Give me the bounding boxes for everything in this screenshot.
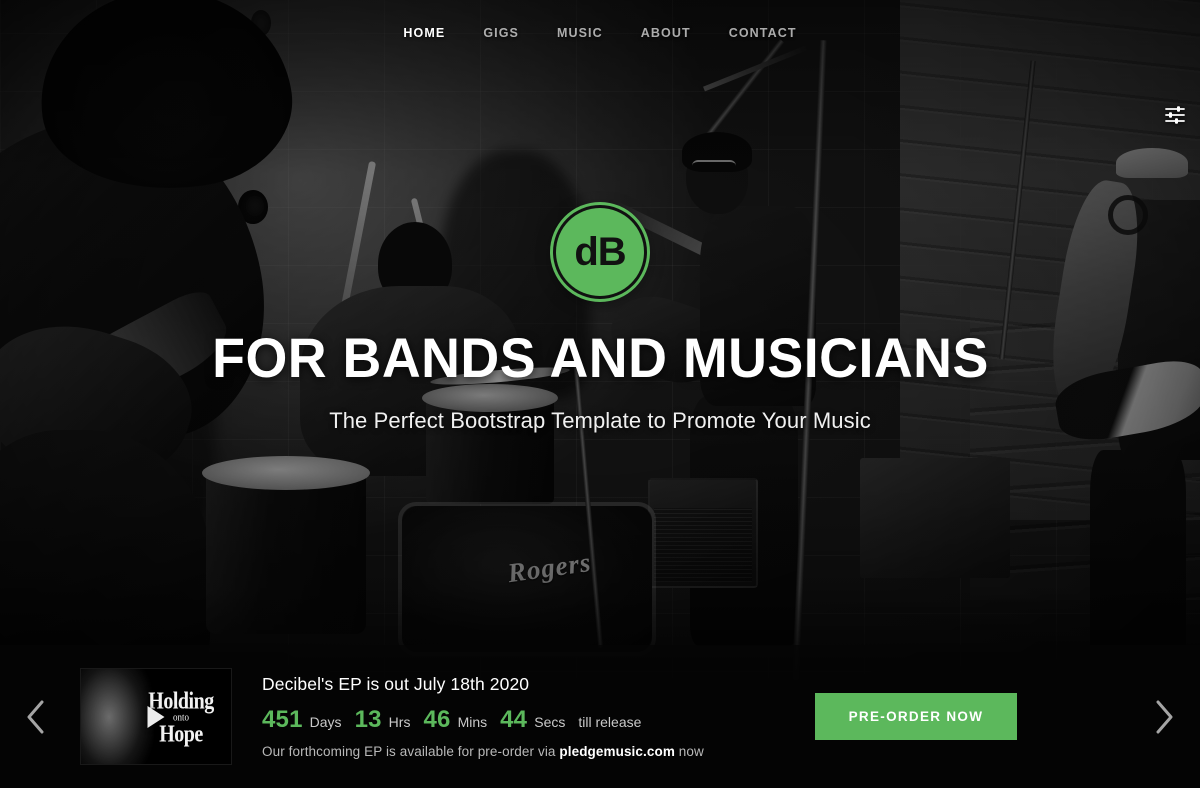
nav-item-home[interactable]: HOME	[384, 26, 464, 40]
countdown-days-label: Days	[309, 714, 342, 730]
nav-item-about[interactable]: ABOUT	[622, 26, 710, 40]
countdown-secs-label: Secs	[534, 714, 566, 730]
release-info: Decibel's EP is out July 18th 2020 451 D…	[262, 674, 704, 759]
nav-item-contact[interactable]: CONTACT	[710, 26, 816, 40]
chevron-right-icon[interactable]	[1128, 645, 1200, 788]
release-subtext: Our forthcoming EP is available for pre-…	[262, 744, 704, 759]
release-subtext-after: now	[678, 744, 704, 759]
nav-link-contact[interactable]: CONTACT	[710, 26, 816, 40]
nav-link-home[interactable]: HOME	[384, 26, 464, 40]
pre-order-button[interactable]: PRE-ORDER NOW	[814, 693, 1018, 740]
nav-item-music[interactable]: MUSIC	[538, 26, 622, 40]
nav-link-gigs[interactable]: GIGS	[464, 26, 538, 40]
brand-logo-text: dB	[574, 230, 626, 274]
release-subtext-before: Our forthcoming EP is available for pre-…	[262, 744, 556, 759]
countdown-hours-value: 13	[354, 706, 382, 733]
album-artwork-thumbnail[interactable]: Holding onto Hope	[80, 668, 232, 765]
brand-logo-badge: dB	[556, 208, 644, 296]
countdown-days-value: 451	[262, 706, 303, 733]
hero-section: Rogers HOME GIGS MUSIC ABOUT CONTACT	[0, 0, 1200, 788]
countdown-hours-label: Hrs	[388, 714, 411, 730]
countdown-suffix: till release	[578, 714, 642, 730]
pledgemusic-link[interactable]: pledgemusic.com	[559, 744, 675, 759]
nav-link-music[interactable]: MUSIC	[538, 26, 622, 40]
countdown-secs-value: 44	[500, 706, 528, 733]
main-navigation: HOME GIGS MUSIC ABOUT CONTACT	[0, 0, 1200, 70]
nav-item-gigs[interactable]: GIGS	[464, 26, 538, 40]
equalizer-sliders-icon[interactable]	[1158, 98, 1192, 132]
release-countdown-bar: Holding onto Hope Decibel's EP is out Ju…	[0, 645, 1200, 788]
hero-content: dB FOR BANDS AND MUSICIANS The Perfect B…	[0, 0, 1200, 648]
countdown-mins-value: 46	[423, 706, 451, 733]
release-title: Decibel's EP is out July 18th 2020	[262, 674, 530, 694]
nav-link-about[interactable]: ABOUT	[622, 26, 710, 40]
chevron-left-icon[interactable]	[0, 645, 72, 788]
hero-headline: FOR BANDS AND MUSICIANS	[211, 326, 989, 389]
nav-list: HOME GIGS MUSIC ABOUT CONTACT	[384, 26, 815, 40]
play-triangle-icon[interactable]	[147, 705, 165, 728]
hero-subheadline: The Perfect Bootstrap Template to Promot…	[329, 408, 871, 433]
countdown-timer: 451 Days 13 Hrs 46 Mins 44 Secs till rel…	[262, 706, 704, 734]
countdown-mins-label: Mins	[457, 714, 488, 730]
